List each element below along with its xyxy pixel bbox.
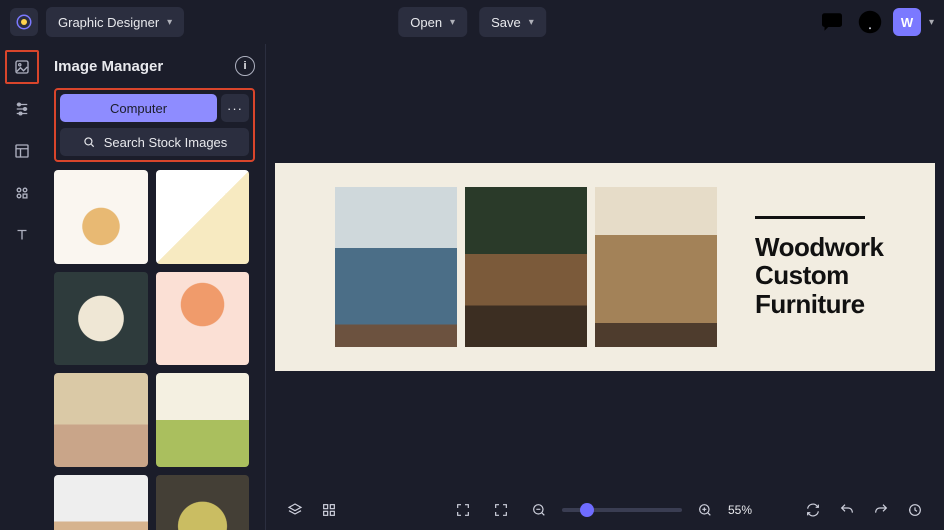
redo-icon	[873, 502, 889, 518]
upload-computer-button[interactable]: Computer	[60, 94, 217, 122]
search-stock-button[interactable]: Search Stock Images	[60, 128, 249, 156]
topbar-right: W ▾	[817, 7, 934, 37]
chevron-down-icon: ▾	[167, 17, 172, 28]
zoom-slider-thumb[interactable]	[580, 503, 594, 517]
bottombar-right	[798, 495, 930, 525]
banner-line-2: Custom	[755, 260, 849, 290]
zoom-in-button[interactable]	[690, 495, 720, 525]
banner-divider	[755, 216, 865, 219]
upload-section-highlight: Computer ··· Search Stock Images	[54, 88, 255, 162]
banner-photo-1[interactable]	[335, 187, 457, 347]
sliders-icon	[13, 100, 31, 118]
save-label: Save	[491, 15, 521, 30]
thumbnail[interactable]	[54, 272, 148, 366]
more-label: ···	[227, 101, 243, 116]
user-initial: W	[901, 15, 913, 30]
redo-button[interactable]	[866, 495, 896, 525]
role-selector[interactable]: Graphic Designer ▾	[46, 7, 184, 37]
layers-button[interactable]	[280, 495, 310, 525]
search-icon	[82, 135, 96, 149]
app-logo[interactable]	[10, 8, 38, 36]
banner-photo-2[interactable]	[465, 187, 587, 347]
fit-button[interactable]	[486, 495, 516, 525]
role-label: Graphic Designer	[58, 15, 159, 30]
thumbnail[interactable]	[156, 475, 250, 530]
grid-icon	[321, 502, 337, 518]
panel-info-button[interactable]: i	[235, 56, 255, 76]
banner-line-1: Woodwork	[755, 232, 883, 262]
thumbnail-scroll[interactable]	[54, 170, 255, 530]
bottom-toolbar: 55%	[266, 490, 944, 530]
user-avatar[interactable]: W	[893, 8, 921, 36]
upload-row: Computer ···	[60, 94, 249, 122]
image-icon	[13, 58, 31, 76]
topbar: Graphic Designer ▾ Open ▾ Save ▾ W ▾	[0, 0, 944, 44]
canvas-viewport[interactable]: Woodwork Custom Furniture	[266, 44, 944, 490]
panel-header: Image Manager i	[54, 56, 255, 76]
help-button[interactable]	[855, 7, 885, 37]
logo-icon	[15, 13, 33, 31]
thumbnail[interactable]	[156, 272, 250, 366]
thumbnail-grid	[54, 170, 249, 530]
banner-heading: Woodwork Custom Furniture	[755, 233, 883, 319]
text-icon	[13, 226, 31, 244]
rail-item-images[interactable]	[5, 50, 39, 84]
grid-button[interactable]	[314, 495, 344, 525]
undo-button[interactable]	[832, 495, 862, 525]
help-icon	[855, 7, 885, 37]
computer-label: Computer	[110, 101, 167, 116]
thumbnail[interactable]	[156, 373, 250, 467]
open-label: Open	[410, 15, 442, 30]
layout-icon	[13, 142, 31, 160]
chevron-down-icon: ▾	[529, 17, 534, 28]
zoom-out-icon	[531, 502, 547, 518]
banner-text[interactable]: Woodwork Custom Furniture	[755, 216, 883, 319]
zoom-slider[interactable]	[562, 508, 682, 512]
layers-icon	[287, 502, 303, 518]
banner-photo-3[interactable]	[595, 187, 717, 347]
user-menu-chevron[interactable]: ▾	[929, 17, 934, 28]
canvas-area: Woodwork Custom Furniture	[266, 44, 944, 530]
side-panel: Image Manager i Computer ··· Search Stoc…	[44, 44, 266, 530]
feedback-button[interactable]	[817, 7, 847, 37]
sync-icon	[805, 502, 821, 518]
rail-item-layout[interactable]	[5, 134, 39, 168]
undo-icon	[839, 502, 855, 518]
thumbnail[interactable]	[54, 373, 148, 467]
fit-icon	[493, 502, 509, 518]
bottombar-left	[280, 495, 344, 525]
panel-title: Image Manager	[54, 58, 163, 75]
thumbnail[interactable]	[54, 170, 148, 264]
bottombar-center: 55%	[448, 495, 762, 525]
thumbnail[interactable]	[54, 475, 148, 530]
history-button[interactable]	[900, 495, 930, 525]
history-icon	[907, 502, 923, 518]
topbar-center: Open ▾ Save ▾	[398, 7, 546, 37]
rail-item-objects[interactable]	[5, 176, 39, 210]
fullscreen-icon	[455, 502, 471, 518]
design-banner[interactable]: Woodwork Custom Furniture	[275, 163, 935, 371]
rail-item-text[interactable]	[5, 218, 39, 252]
open-button[interactable]: Open ▾	[398, 7, 467, 37]
zoom-out-button[interactable]	[524, 495, 554, 525]
fullscreen-button[interactable]	[448, 495, 478, 525]
left-rail	[0, 44, 44, 530]
chat-icon	[817, 7, 847, 37]
objects-icon	[13, 184, 31, 202]
upload-more-button[interactable]: ···	[221, 94, 249, 122]
save-button[interactable]: Save ▾	[479, 7, 546, 37]
main: Image Manager i Computer ··· Search Stoc…	[0, 44, 944, 530]
rail-item-adjust[interactable]	[5, 92, 39, 126]
search-stock-label: Search Stock Images	[104, 135, 228, 150]
banner-line-3: Furniture	[755, 289, 865, 319]
chevron-down-icon: ▾	[450, 17, 455, 28]
zoom-percent-label: 55%	[728, 503, 762, 517]
thumbnail[interactable]	[156, 170, 250, 264]
sync-button[interactable]	[798, 495, 828, 525]
zoom-in-icon	[697, 502, 713, 518]
